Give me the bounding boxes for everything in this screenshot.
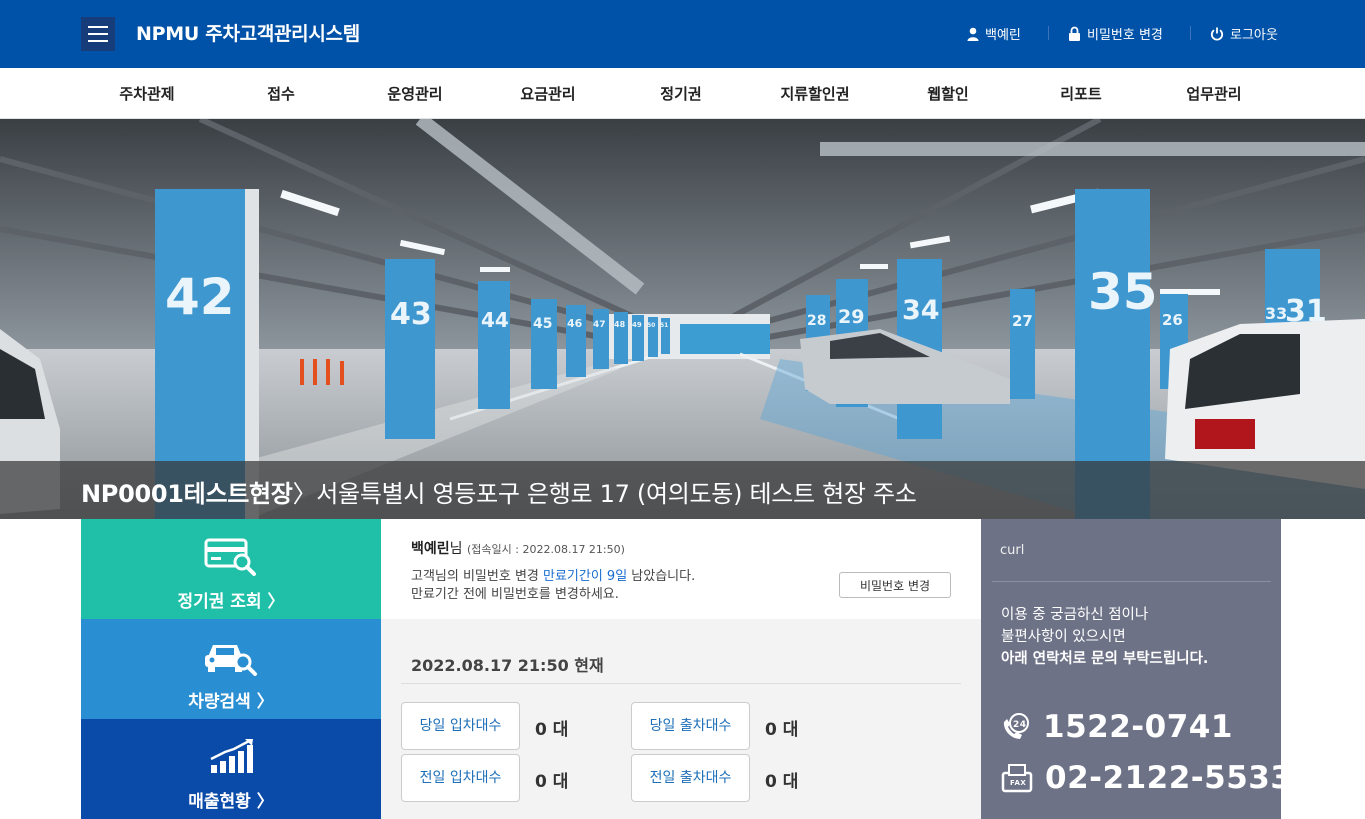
app-title[interactable]: NPMU 주차고객관리시스템 <box>136 19 360 46</box>
fax-number-text: 02-2122-5533 <box>1045 760 1293 796</box>
svg-text:24: 24 <box>1013 720 1027 730</box>
fax-icon: FAX <box>1001 764 1033 793</box>
pillar-number: 28 <box>807 313 826 329</box>
nav-item-web-discount[interactable]: 웹할인 <box>927 83 968 104</box>
car-search-icon <box>205 645 257 676</box>
pillar-number: 33 <box>1265 304 1287 323</box>
pillar-number: 26 <box>1162 311 1183 329</box>
yesterday-exit-count-value: 0 대 <box>765 772 799 792</box>
today-exit-count-value: 0 대 <box>765 720 799 740</box>
password-expiry-message: 고객님의 비밀번호 변경 만료기간이 9일 남았습니다. 만료기간 전에 비밀번… <box>411 568 695 604</box>
quick-menu-label: 정기권 조회 〉 <box>177 592 285 612</box>
pillar-number: 50 <box>647 322 655 329</box>
pillar-number: 27 <box>1012 312 1033 330</box>
fax-number[interactable]: FAX 02-2122-5533 <box>1001 760 1292 796</box>
change-password-button[interactable]: 비밀번호 변경 <box>839 572 951 598</box>
power-icon <box>1210 27 1224 41</box>
bar-chart-icon <box>210 738 253 773</box>
top-bar: NPMU 주차고객관리시스템 백예린 비밀번호 변경 로그아웃 <box>0 0 1365 68</box>
message-line-2: 만료기간 전에 비밀번호를 변경하세요. <box>411 587 619 602</box>
parking-garage-image: 42 43 44 45 46 47 48 49 50 51 35 34 29 2… <box>0 119 1365 519</box>
pillar-number: 42 <box>165 268 235 326</box>
phone-number[interactable]: 24 1522-0741 <box>1001 709 1233 745</box>
hamburger-line <box>88 33 108 35</box>
site-address: 서울특별시 영등포구 은행로 17 (여의도동) 테스트 현장 주소 <box>316 480 917 508</box>
parking-stats-panel: 2022.08.17 21:50 현재 당일 입차대수 0 대 당일 출차대수 … <box>381 619 981 819</box>
divider <box>401 683 961 684</box>
today-entry-count-button[interactable]: 당일 입차대수 <box>401 702 520 750</box>
change-password-link[interactable]: 비밀번호 변경 <box>1068 24 1163 43</box>
menu-toggle-button[interactable] <box>81 17 115 51</box>
pillar-number: 35 <box>1088 263 1158 321</box>
hamburger-line <box>88 26 108 28</box>
user-menu[interactable]: 백예린 <box>967 24 1021 43</box>
yesterday-exit-count-button[interactable]: 전일 출차대수 <box>631 754 750 802</box>
yesterday-entry-count-button[interactable]: 전일 입차대수 <box>401 754 520 802</box>
nav-item-operations[interactable]: 운영관리 <box>387 83 442 104</box>
quick-menu-sales-status[interactable]: 매출현황 〉 <box>81 719 381 819</box>
pillar-number: 48 <box>614 320 626 329</box>
contact-panel: curl 이용 중 궁금하신 점이나 불편사항이 있으시면 아래 연락처로 문의… <box>981 519 1292 819</box>
expiry-highlight: 만료기간이 9일 <box>543 569 628 584</box>
greeting-user-name: 백예린 <box>411 541 450 557</box>
quick-menu-vehicle-search[interactable]: 차량검색 〉 <box>81 619 381 719</box>
pillar-number: 29 <box>838 306 864 328</box>
logout-link[interactable]: 로그아웃 <box>1210 24 1278 43</box>
divider <box>1048 26 1049 40</box>
today-entry-count-value: 0 대 <box>535 720 569 740</box>
lock-icon <box>1069 26 1080 41</box>
pillar-number: 44 <box>481 308 509 332</box>
login-time: (접속일시 : 2022.08.17 21:50) <box>466 543 625 556</box>
hamburger-line <box>88 40 108 42</box>
contact-line-1: 이용 중 궁금하신 점이나 <box>1001 607 1149 623</box>
divider <box>992 581 1271 582</box>
nav-item-fees[interactable]: 요금관리 <box>520 83 575 104</box>
contact-line-3: 아래 연락처로 문의 부탁드립니다. <box>1001 651 1209 667</box>
stats-title: 2022.08.17 21:50 현재 <box>411 656 604 675</box>
today-exit-count-button[interactable]: 당일 출차대수 <box>631 702 750 750</box>
svg-text:FAX: FAX <box>1010 779 1026 787</box>
user-icon <box>967 27 979 41</box>
hero-banner: 42 43 44 45 46 47 48 49 50 51 35 34 29 2… <box>0 119 1365 519</box>
quick-menu-label: 매출현황 〉 <box>188 792 274 812</box>
nav-item-parking-control[interactable]: 주차관제 <box>119 83 174 104</box>
pillar-number: 46 <box>567 317 583 330</box>
pillar-number: 51 <box>660 322 668 329</box>
contact-line-2: 불편사항이 있으시면 <box>1001 629 1126 645</box>
pillar-number: 45 <box>533 316 552 332</box>
pillar-number: 49 <box>632 321 642 329</box>
greeting-suffix: 님 <box>449 541 463 557</box>
nav-item-report[interactable]: 리포트 <box>1060 83 1101 104</box>
quick-menu-label: 차량검색 〉 <box>188 692 274 712</box>
phone-24-icon: 24 <box>1003 713 1029 739</box>
nav-item-business[interactable]: 업무관리 <box>1186 83 1241 104</box>
site-code-name: NP0001테스트현장 <box>81 480 293 508</box>
message-prefix: 고객님의 비밀번호 변경 <box>411 569 543 584</box>
card-search-icon <box>204 538 256 576</box>
logout-label: 로그아웃 <box>1230 28 1278 43</box>
pillar-number: 43 <box>390 297 432 332</box>
greeting: 백예린님 (접속일시 : 2022.08.17 21:50) <box>411 538 625 558</box>
phone-number-text: 1522-0741 <box>1043 709 1233 745</box>
user-name: 백예린 <box>985 28 1021 43</box>
nav-item-season-pass[interactable]: 정기권 <box>660 83 701 104</box>
change-password-label: 비밀번호 변경 <box>1087 28 1163 43</box>
nav-item-paper-discount[interactable]: 지류할인권 <box>780 83 849 104</box>
yesterday-entry-count-value: 0 대 <box>535 772 569 792</box>
pillar-number: 34 <box>902 295 940 326</box>
divider <box>1190 26 1191 40</box>
nav-item-reception[interactable]: 접수 <box>267 83 295 104</box>
message-suffix: 남았습니다. <box>627 569 696 584</box>
contact-id: curl <box>1000 543 1025 558</box>
pillar-number: 47 <box>593 320 606 330</box>
site-caption: NP0001테스트현장〉서울특별시 영등포구 은행로 17 (여의도동) 테스트… <box>81 474 917 509</box>
quick-menu-season-pass[interactable]: 정기권 조회 〉 <box>81 519 381 619</box>
caption-separator: 〉 <box>292 480 317 508</box>
contact-message: 이용 중 궁금하신 점이나 불편사항이 있으시면 아래 연락처로 문의 부탁드립… <box>1001 604 1208 670</box>
main-nav: 주차관제 접수 운영관리 요금관리 정기권 지류할인권 웹할인 리포트 업무관리 <box>0 68 1365 119</box>
user-info-panel: 백예린님 (접속일시 : 2022.08.17 21:50) 고객님의 비밀번호… <box>381 519 981 619</box>
site-caption-bar: NP0001테스트현장〉서울특별시 영등포구 은행로 17 (여의도동) 테스트… <box>0 461 1365 519</box>
